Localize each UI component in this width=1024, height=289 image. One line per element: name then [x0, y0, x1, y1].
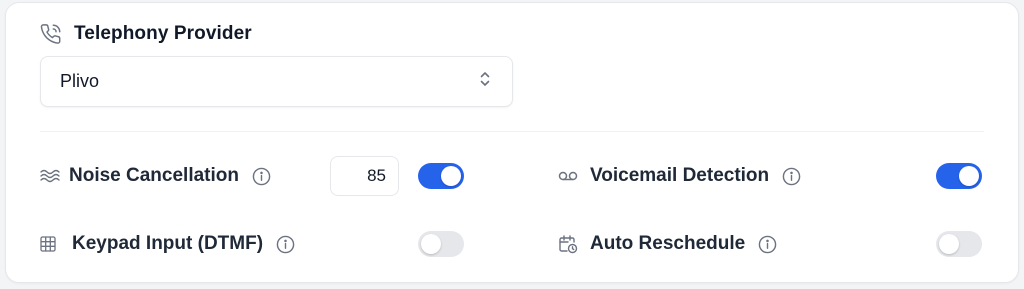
toggle-knob: [441, 166, 461, 186]
telephony-settings-card: Telephony Provider Plivo Noise Cancellat…: [5, 2, 1019, 283]
keypad-input-label: Keypad Input (DTMF): [72, 233, 264, 254]
telephony-provider-header: Telephony Provider: [40, 22, 252, 46]
voicemail-detection-toggle[interactable]: [936, 163, 982, 189]
calendar-clock-icon: [558, 234, 580, 254]
voicemail-detection-label: Voicemail Detection: [590, 165, 770, 186]
telephony-provider-select[interactable]: Plivo: [40, 56, 513, 107]
toggle-knob: [939, 234, 959, 254]
info-icon[interactable]: [252, 167, 271, 186]
auto-reschedule-toggle[interactable]: [936, 231, 982, 257]
selected-provider: Plivo: [60, 71, 100, 91]
telephony-provider-label: Telephony Provider: [74, 23, 252, 44]
info-icon[interactable]: [782, 167, 801, 186]
chevron-up-down-icon: [478, 70, 492, 93]
toggle-knob: [421, 234, 441, 254]
voicemail-icon: [558, 170, 580, 182]
noise-cancellation-toggle[interactable]: [418, 163, 464, 189]
auto-reschedule-label: Auto Reschedule: [590, 233, 746, 254]
grid-icon: [40, 236, 62, 252]
noise-cancellation-level-input[interactable]: [330, 156, 399, 196]
noise-cancellation-label: Noise Cancellation: [69, 165, 239, 186]
waves-icon: [40, 168, 62, 184]
keypad-input-toggle[interactable]: [418, 231, 464, 257]
info-icon[interactable]: [276, 235, 295, 254]
toggle-knob: [959, 166, 979, 186]
voicemail-detection-row: Voicemail Detection: [558, 162, 801, 190]
auto-reschedule-row: Auto Reschedule: [558, 230, 777, 258]
keypad-input-row: Keypad Input (DTMF): [40, 230, 295, 258]
noise-cancellation-row: Noise Cancellation: [40, 162, 271, 190]
phone-icon: [40, 23, 62, 45]
divider: [40, 131, 984, 132]
info-icon[interactable]: [758, 235, 777, 254]
